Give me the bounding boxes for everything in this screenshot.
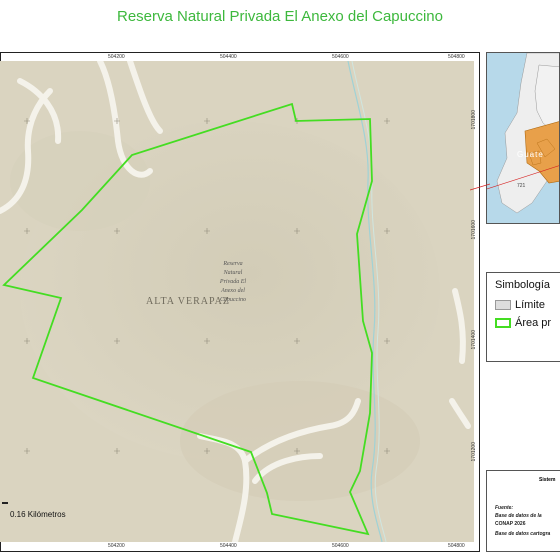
y-tick-label: 1701400 xyxy=(471,330,477,350)
reserve-label-line-3: Privada El xyxy=(219,279,246,285)
region-label: ALTA VERAPAZ xyxy=(146,296,230,307)
legend-item: Área pr xyxy=(495,317,551,329)
legend-item-label: Límite xyxy=(515,299,545,311)
x-tick-label: 504200 xyxy=(108,543,125,549)
reserve-label-line-1: Reserva xyxy=(222,261,242,267)
limit-swatch xyxy=(495,300,511,311)
x-tick-label: 504400 xyxy=(220,543,237,549)
reserve-label-line-2: Natural xyxy=(223,270,243,276)
y-tick-label: 1701800 xyxy=(471,110,477,130)
info-heading: Sistem xyxy=(539,477,556,483)
info-line: Base de datos de la xyxy=(495,513,542,519)
legend-item-label: Área pr xyxy=(515,317,552,329)
x-tick-label: 504800 xyxy=(448,54,465,60)
scale-bar xyxy=(2,502,8,504)
inset-map[interactable]: Guate 721 xyxy=(486,52,560,224)
reserve-label-line-4: Anexo del xyxy=(220,288,245,294)
y-tick-label: 1701600 xyxy=(471,220,477,240)
legend-panel: Simbología Límite Área pr xyxy=(486,272,560,362)
inset-svg: Guate 721 xyxy=(487,53,559,223)
x-tick-label: 504600 xyxy=(332,543,349,549)
x-tick-label: 504600 xyxy=(332,54,349,60)
legend-title: Simbología xyxy=(495,279,551,291)
info-line: CONAP 2026 xyxy=(495,521,526,527)
map-title: Reserva Natural Privada El Anexo del Cap… xyxy=(116,8,443,25)
inset-country-label: Guate xyxy=(517,150,544,159)
y-tick-label: 1701200 xyxy=(471,442,477,462)
inset-number-label: 721 xyxy=(517,183,526,189)
x-tick-label: 504400 xyxy=(220,54,237,60)
protected-swatch xyxy=(495,318,511,329)
locator-pointer xyxy=(470,183,490,191)
scale-label: 0.16 Kilómetros xyxy=(10,510,66,519)
x-tick-label: 504200 xyxy=(108,54,125,60)
main-map[interactable]: Reserva Natural Privada El Anexo del Cap… xyxy=(0,61,474,542)
info-panel: Sistem Fuente: Base de datos de la CONAP… xyxy=(486,470,560,552)
legend-item: Límite xyxy=(495,299,545,311)
info-line: Base de datos cartogra xyxy=(495,531,551,537)
x-tick-label: 504800 xyxy=(448,543,465,549)
info-line: Fuente: xyxy=(495,505,514,511)
